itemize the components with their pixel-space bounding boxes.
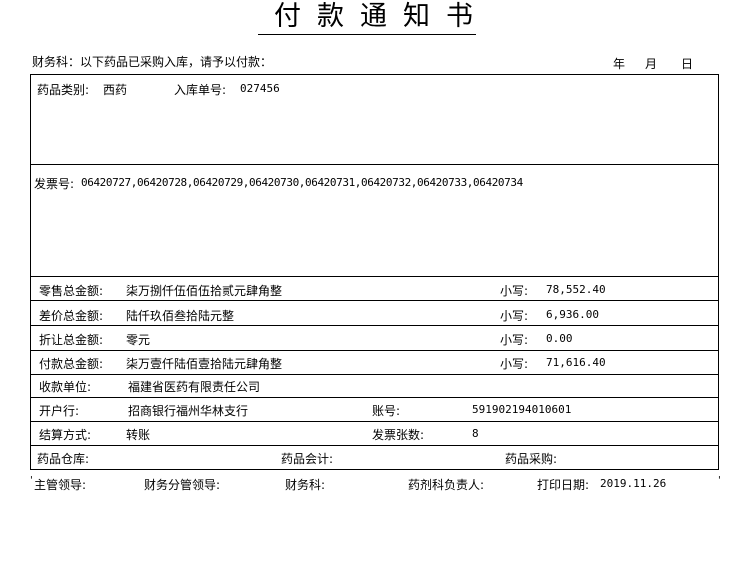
footer-left-mark: ': [30, 475, 33, 486]
invoice-count-label: 发票张数:: [372, 428, 425, 442]
table-border-bottom: [30, 469, 719, 470]
price-diff-small-value: 6,936.00: [546, 308, 599, 321]
account-value: 591902194010601: [472, 403, 572, 416]
purchasing-label: 药品采购:: [505, 452, 558, 466]
invoice-count-value: 8: [472, 427, 479, 440]
row-divider: [30, 164, 719, 165]
price-diff-small-label: 小写:: [500, 309, 529, 323]
payment-notice-text: 财务科：以下药品已采购入库，请予以付款：: [32, 55, 273, 69]
discount-total-upper: 零元: [126, 333, 151, 347]
pharmacy-head-signature-label: 药剂科负责人:: [408, 478, 485, 492]
row-divider: [30, 300, 719, 301]
receipt-number-label: 入库单号:: [174, 83, 227, 97]
row-divider: [30, 374, 719, 375]
table-border-left: [30, 74, 31, 470]
category-label: 药品类别:: [37, 83, 90, 97]
bank-value: 招商银行福州华林支行: [128, 404, 249, 418]
payee-label: 收款单位:: [39, 380, 92, 394]
row-divider: [30, 350, 719, 351]
payment-total-small-value: 71,616.40: [546, 356, 606, 369]
accounting-label: 药品会计:: [281, 452, 334, 466]
price-diff-upper: 陆仟玖佰叁拾陆元整: [126, 309, 235, 323]
warehouse-label: 药品仓库:: [37, 452, 90, 466]
print-date-value: 2019.11.26: [600, 477, 667, 490]
row-divider: [30, 445, 719, 446]
payee-value: 福建省医药有限责任公司: [128, 380, 261, 394]
table-border-top: [30, 74, 719, 75]
date-day-label: 日: [681, 57, 694, 71]
category-value: 西药: [103, 83, 128, 97]
retail-total-label: 零售总金额:: [39, 284, 104, 298]
settlement-label: 结算方式:: [39, 428, 92, 442]
settlement-value: 转账: [126, 428, 151, 442]
price-diff-label: 差价总金额:: [39, 309, 104, 323]
row-divider: [30, 397, 719, 398]
finance-dept-signature-label: 财务科:: [285, 478, 326, 492]
footer-right-mark: ': [718, 475, 721, 486]
invoice-number-list: 06420727,06420728,06420729,06420730,0642…: [81, 176, 523, 189]
discount-total-small-label: 小写:: [500, 333, 529, 347]
payment-total-small-label: 小写:: [500, 357, 529, 371]
print-date-label: 打印日期:: [537, 478, 590, 492]
row-divider: [30, 421, 719, 422]
finance-leader-signature-label: 财务分管领导:: [144, 478, 221, 492]
bank-label: 开户行:: [39, 404, 80, 418]
leader-signature-label: 主管领导:: [34, 478, 87, 492]
retail-total-upper: 柒万捌仟伍佰伍拾贰元肆角整: [126, 284, 283, 298]
document-title: 付款通知书: [258, 0, 476, 35]
retail-total-small-value: 78,552.40: [546, 283, 606, 296]
row-divider: [30, 325, 719, 326]
receipt-number-value: 027456: [240, 82, 280, 95]
payment-total-upper: 柒万壹仟陆佰壹拾陆元肆角整: [126, 357, 283, 371]
date-month-label: 月: [645, 57, 658, 71]
discount-total-label: 折让总金额:: [39, 333, 104, 347]
retail-total-small-label: 小写:: [500, 284, 529, 298]
row-divider: [30, 276, 719, 277]
invoice-number-label: 发票号:: [34, 177, 75, 191]
table-border-right: [718, 74, 719, 470]
discount-total-small-value: 0.00: [546, 332, 573, 345]
date-year-label: 年: [613, 57, 626, 71]
payment-total-label: 付款总金额:: [39, 357, 104, 371]
account-label: 账号:: [372, 404, 401, 418]
